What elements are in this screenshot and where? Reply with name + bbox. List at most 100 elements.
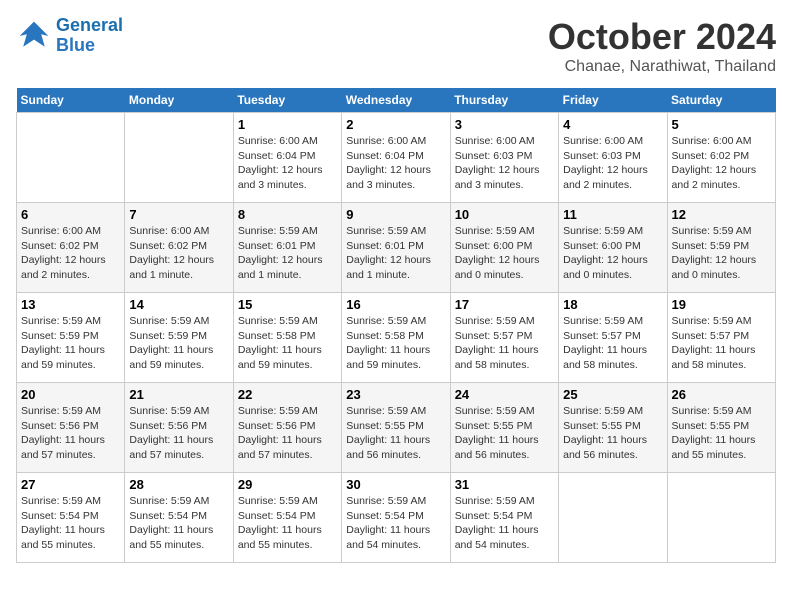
week-row-3: 13 Sunrise: 5:59 AM Sunset: 5:59 PM Dayli… [17,293,776,383]
day-number: 21 [129,387,228,402]
day-info: Sunrise: 5:59 AM Sunset: 5:54 PM Dayligh… [129,494,228,553]
day-cell: 21 Sunrise: 5:59 AM Sunset: 5:56 PM Dayli… [125,383,233,473]
day-cell: 10Sunrise: 5:59 AM Sunset: 6:00 PM Dayli… [450,203,558,293]
day-number: 4 [563,117,662,132]
day-number: 14 [129,297,228,312]
day-cell: 6 Sunrise: 6:00 AM Sunset: 6:02 PM Daylig… [17,203,125,293]
day-number: 16 [346,297,445,312]
day-cell [17,113,125,203]
day-info: Sunrise: 5:59 AM Sunset: 5:54 PM Dayligh… [21,494,120,553]
week-row-2: 6 Sunrise: 6:00 AM Sunset: 6:02 PM Daylig… [17,203,776,293]
day-cell: 26 Sunrise: 5:59 AM Sunset: 5:55 PM Dayli… [667,383,775,473]
col-header-monday: Monday [125,88,233,113]
day-info: Sunrise: 5:59 AM Sunset: 5:58 PM Dayligh… [346,314,445,373]
day-cell: 25Sunrise: 5:59 AM Sunset: 5:55 PM Dayli… [559,383,667,473]
day-info: Sunrise: 5:59 AM Sunset: 5:55 PM Dayligh… [563,404,662,463]
day-info: Sunrise: 5:59 AM Sunset: 6:00 PM Dayligh… [563,224,662,283]
week-row-4: 20 Sunrise: 5:59 AM Sunset: 5:56 PM Dayli… [17,383,776,473]
day-info: Sunrise: 5:59 AM Sunset: 5:55 PM Dayligh… [346,404,445,463]
day-cell: 23 Sunrise: 5:59 AM Sunset: 5:55 PM Dayli… [342,383,450,473]
day-info: Sunrise: 5:59 AM Sunset: 5:56 PM Dayligh… [238,404,337,463]
day-info: Sunrise: 6:00 AM Sunset: 6:03 PM Dayligh… [563,134,662,193]
day-number: 7 [129,207,228,222]
day-number: 30 [346,477,445,492]
day-info: Sunrise: 5:59 AM Sunset: 5:55 PM Dayligh… [672,404,771,463]
day-cell: 8 Sunrise: 5:59 AM Sunset: 6:01 PM Daylig… [233,203,341,293]
day-cell: 3Sunrise: 6:00 AM Sunset: 6:03 PM Daylig… [450,113,558,203]
col-header-sunday: Sunday [17,88,125,113]
logo: General Blue [16,16,123,56]
day-number: 18 [563,297,662,312]
title-block: October 2024 Chanae, Narathiwat, Thailan… [548,16,776,76]
day-number: 11 [563,207,662,222]
col-header-friday: Friday [559,88,667,113]
day-number: 13 [21,297,120,312]
day-cell: 31Sunrise: 5:59 AM Sunset: 5:54 PM Dayli… [450,473,558,563]
day-cell: 27 Sunrise: 5:59 AM Sunset: 5:54 PM Dayli… [17,473,125,563]
day-number: 1 [238,117,337,132]
day-cell [125,113,233,203]
day-info: Sunrise: 5:59 AM Sunset: 5:59 PM Dayligh… [21,314,120,373]
week-row-5: 27 Sunrise: 5:59 AM Sunset: 5:54 PM Dayli… [17,473,776,563]
day-info: Sunrise: 6:00 AM Sunset: 6:02 PM Dayligh… [21,224,120,283]
col-header-saturday: Saturday [667,88,775,113]
day-cell: 7 Sunrise: 6:00 AM Sunset: 6:02 PM Daylig… [125,203,233,293]
day-cell: 9Sunrise: 5:59 AM Sunset: 6:01 PM Daylig… [342,203,450,293]
day-cell: 1 Sunrise: 6:00 AM Sunset: 6:04 PM Daylig… [233,113,341,203]
calendar-header-row: SundayMondayTuesdayWednesdayThursdayFrid… [17,88,776,113]
day-number: 27 [21,477,120,492]
day-number: 29 [238,477,337,492]
day-cell: 13 Sunrise: 5:59 AM Sunset: 5:59 PM Dayli… [17,293,125,383]
day-info: Sunrise: 5:59 AM Sunset: 5:59 PM Dayligh… [672,224,771,283]
day-cell: 19 Sunrise: 5:59 AM Sunset: 5:57 PM Dayli… [667,293,775,383]
day-info: Sunrise: 5:59 AM Sunset: 5:56 PM Dayligh… [129,404,228,463]
day-number: 19 [672,297,771,312]
calendar-table: SundayMondayTuesdayWednesdayThursdayFrid… [16,88,776,563]
day-info: Sunrise: 6:00 AM Sunset: 6:04 PM Dayligh… [238,134,337,193]
day-info: Sunrise: 5:59 AM Sunset: 5:57 PM Dayligh… [455,314,554,373]
day-number: 20 [21,387,120,402]
col-header-wednesday: Wednesday [342,88,450,113]
logo-line1: General [56,15,123,35]
day-number: 10 [455,207,554,222]
day-info: Sunrise: 5:59 AM Sunset: 5:57 PM Dayligh… [563,314,662,373]
day-info: Sunrise: 5:59 AM Sunset: 5:54 PM Dayligh… [455,494,554,553]
day-number: 5 [672,117,771,132]
day-cell: 11 Sunrise: 5:59 AM Sunset: 6:00 PM Dayli… [559,203,667,293]
day-cell [667,473,775,563]
day-number: 12 [672,207,771,222]
day-info: Sunrise: 5:59 AM Sunset: 5:54 PM Dayligh… [346,494,445,553]
day-info: Sunrise: 6:00 AM Sunset: 6:02 PM Dayligh… [672,134,771,193]
logo-icon [16,18,52,54]
day-number: 24 [455,387,554,402]
calendar-title: October 2024 [548,16,776,58]
day-number: 2 [346,117,445,132]
day-number: 23 [346,387,445,402]
day-info: Sunrise: 5:59 AM Sunset: 5:59 PM Dayligh… [129,314,228,373]
day-info: Sunrise: 5:59 AM Sunset: 5:57 PM Dayligh… [672,314,771,373]
day-cell: 28Sunrise: 5:59 AM Sunset: 5:54 PM Dayli… [125,473,233,563]
logo-line2: Blue [56,35,95,55]
week-row-1: 1 Sunrise: 6:00 AM Sunset: 6:04 PM Daylig… [17,113,776,203]
calendar-subtitle: Chanae, Narathiwat, Thailand [548,58,776,76]
day-info: Sunrise: 6:00 AM Sunset: 6:02 PM Dayligh… [129,224,228,283]
day-number: 17 [455,297,554,312]
day-number: 26 [672,387,771,402]
day-info: Sunrise: 5:59 AM Sunset: 5:55 PM Dayligh… [455,404,554,463]
day-info: Sunrise: 6:00 AM Sunset: 6:04 PM Dayligh… [346,134,445,193]
day-cell: 5 Sunrise: 6:00 AM Sunset: 6:02 PM Daylig… [667,113,775,203]
day-cell: 14 Sunrise: 5:59 AM Sunset: 5:59 PM Dayli… [125,293,233,383]
day-cell: 22 Sunrise: 5:59 AM Sunset: 5:56 PM Dayli… [233,383,341,473]
day-cell: 2 Sunrise: 6:00 AM Sunset: 6:04 PM Daylig… [342,113,450,203]
page-header: General Blue October 2024 Chanae, Narath… [16,16,776,76]
day-number: 8 [238,207,337,222]
day-info: Sunrise: 5:59 AM Sunset: 6:01 PM Dayligh… [238,224,337,283]
day-info: Sunrise: 5:59 AM Sunset: 5:56 PM Dayligh… [21,404,120,463]
day-cell: 30 Sunrise: 5:59 AM Sunset: 5:54 PM Dayli… [342,473,450,563]
day-cell: 4 Sunrise: 6:00 AM Sunset: 6:03 PM Daylig… [559,113,667,203]
day-number: 22 [238,387,337,402]
day-cell: 29Sunrise: 5:59 AM Sunset: 5:54 PM Dayli… [233,473,341,563]
day-number: 6 [21,207,120,222]
day-number: 9 [346,207,445,222]
day-info: Sunrise: 5:59 AM Sunset: 5:58 PM Dayligh… [238,314,337,373]
